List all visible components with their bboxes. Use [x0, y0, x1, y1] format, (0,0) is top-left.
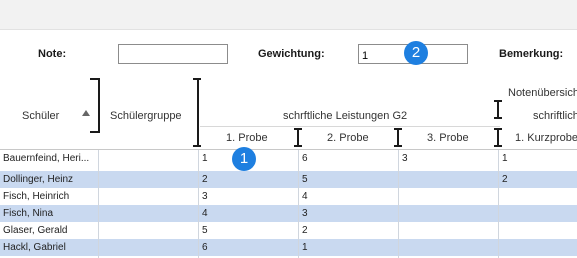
step-badge-2: 2 [404, 41, 428, 65]
header-group-divider [200, 126, 500, 127]
column-header-schueler[interactable]: Schüler [22, 110, 59, 122]
cell-kurzprobe-1[interactable] [502, 205, 572, 222]
grade-table-body: Bauernfeind, Heri... 1 6 3 1 Dollinger, … [0, 150, 577, 258]
cell-kurzprobe-1[interactable] [502, 188, 572, 205]
column-resize-handle-bottom [494, 145, 502, 147]
table-row[interactable]: Bauernfeind, Heri... 1 6 3 1 [0, 150, 577, 167]
column-resize-handle[interactable] [98, 78, 100, 133]
cell-schueler[interactable]: Fisch, Nina [3, 205, 97, 222]
column-divider [198, 150, 199, 258]
column-divider [98, 150, 99, 258]
column-resize-handle-top [394, 128, 402, 130]
cell-probe-1[interactable]: 2 [202, 171, 292, 188]
cell-probe-3[interactable]: 3 [402, 150, 492, 167]
column-resize-handle-bottom [90, 131, 100, 133]
cell-probe-2[interactable]: 3 [302, 205, 392, 222]
table-row[interactable]: Dollinger, Heinz 2 5 2 [0, 171, 577, 188]
step-badge-1: 1 [232, 147, 256, 171]
column-resize-handle-top [90, 78, 100, 80]
toolbar-strip [0, 0, 577, 30]
cell-probe-1[interactable]: 3 [202, 188, 292, 205]
table-row[interactable]: Glaser, Gerald 5 2 [0, 222, 577, 239]
column-group-header-schriftlich-2: schriftlich [533, 110, 577, 122]
column-resize-handle-bottom [394, 145, 402, 147]
column-header-kurzprobe-1[interactable]: 1. Kurzprobe [515, 132, 577, 144]
cell-probe-2[interactable]: 5 [302, 171, 392, 188]
sort-ascending-icon[interactable] [82, 110, 90, 116]
bemerkung-label: Bemerkung: [499, 48, 564, 60]
column-resize-handle-bottom [193, 145, 201, 147]
cell-kurzprobe-1[interactable]: 1 [502, 150, 572, 167]
column-divider [298, 150, 299, 258]
table-row[interactable]: Fisch, Heinrich 3 4 [0, 188, 577, 205]
cell-schueler[interactable]: Bauernfeind, Heri... [3, 150, 97, 167]
column-resize-handle-top [494, 128, 502, 130]
cell-probe-2[interactable]: 4 [302, 188, 392, 205]
column-header-probe-3[interactable]: 3. Probe [427, 132, 469, 144]
column-resize-handle-bottom [494, 117, 502, 119]
cell-kurzprobe-1[interactable] [502, 239, 572, 256]
cell-probe-3[interactable] [402, 239, 492, 256]
table-row[interactable]: Hackl, Gabriel 6 1 [0, 239, 577, 256]
note-label: Note: [38, 48, 67, 60]
column-divider [498, 150, 499, 258]
column-header-schuelergruppe[interactable]: Schülergruppe [110, 110, 182, 122]
cell-probe-1[interactable]: 5 [202, 222, 292, 239]
cell-schueler[interactable]: Glaser, Gerald [3, 222, 97, 239]
cell-schueler[interactable]: Hackl, Gabriel [3, 239, 97, 256]
cell-kurzprobe-1[interactable]: 2 [502, 171, 572, 188]
note-input[interactable] [118, 44, 228, 64]
cell-probe-1[interactable]: 6 [202, 239, 292, 256]
cell-schueler[interactable]: Dollinger, Heinz [3, 171, 97, 188]
column-header-probe-1[interactable]: 1. Probe [226, 132, 268, 144]
cell-probe-3[interactable] [402, 222, 492, 239]
cell-probe-3[interactable] [402, 171, 492, 188]
column-resize-handle-top [294, 128, 302, 130]
gewichtung-label: Gewichtung: [258, 48, 325, 60]
cell-probe-3[interactable] [402, 205, 492, 222]
column-group-header-notenuebersicht: Notenübersicht [508, 87, 577, 99]
column-group-header-schriftlich: schrftliche Leistungen G2 [283, 110, 408, 122]
cell-probe-3[interactable] [402, 188, 492, 205]
table-row[interactable]: Fisch, Nina 4 3 [0, 205, 577, 222]
cell-probe-2[interactable]: 1 [302, 239, 392, 256]
column-resize-handle[interactable] [197, 78, 199, 147]
column-resize-handle-bottom [294, 145, 302, 147]
cell-probe-2[interactable]: 6 [302, 150, 392, 167]
cell-probe-1[interactable]: 4 [202, 205, 292, 222]
column-resize-handle-top [494, 100, 502, 102]
cell-schueler[interactable]: Fisch, Heinrich [3, 188, 97, 205]
column-divider [398, 150, 399, 258]
column-resize-handle-top [193, 78, 201, 80]
column-header-probe-2[interactable]: 2. Probe [327, 132, 369, 144]
cell-kurzprobe-1[interactable] [502, 222, 572, 239]
cell-probe-2[interactable]: 2 [302, 222, 392, 239]
